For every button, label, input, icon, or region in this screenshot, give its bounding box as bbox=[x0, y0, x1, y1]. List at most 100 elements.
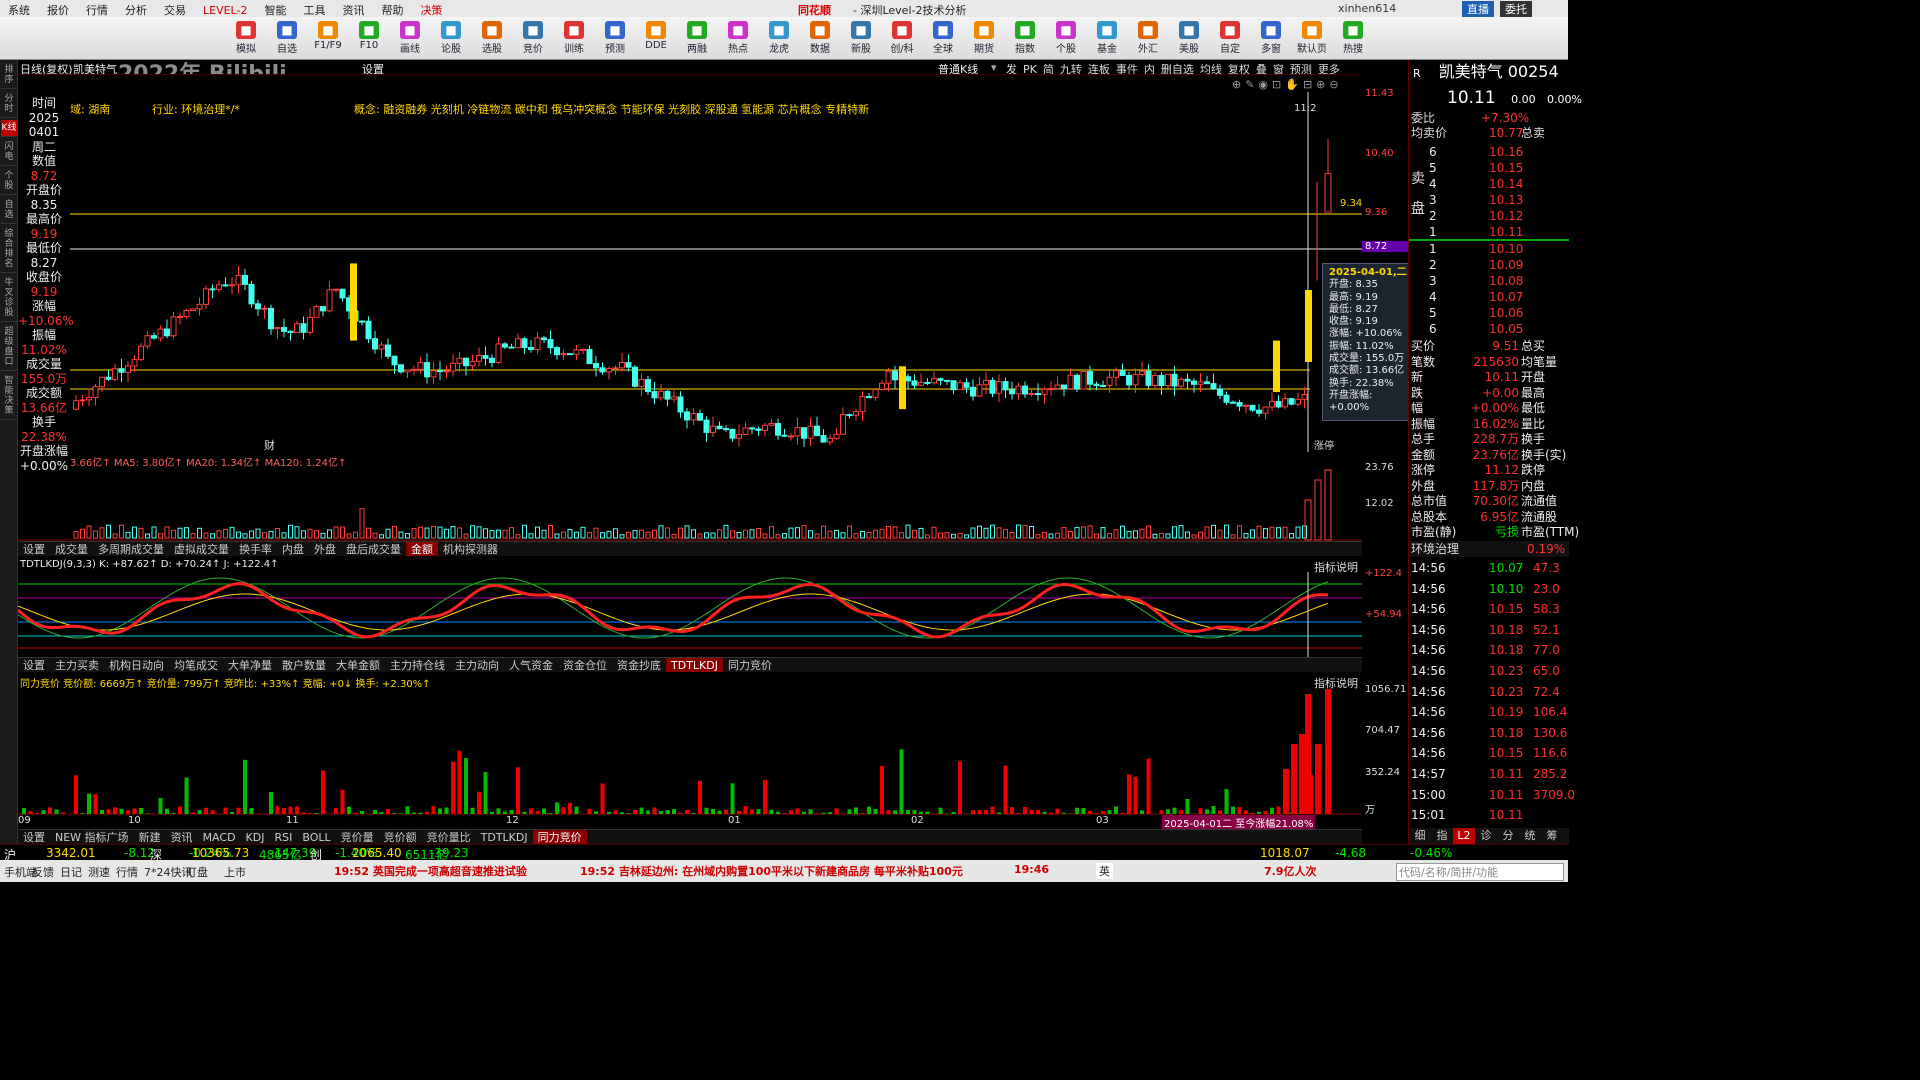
buy-level-2[interactable]: 2 10.09 bbox=[1409, 257, 1569, 273]
indicator-tab-1[interactable]: NEW 指标广场 bbox=[50, 830, 134, 844]
candle[interactable] bbox=[937, 377, 944, 386]
kdj-tab-5[interactable]: 散户数量 bbox=[277, 658, 331, 672]
candle[interactable] bbox=[443, 365, 450, 379]
candle[interactable] bbox=[1054, 376, 1061, 390]
candle[interactable] bbox=[1184, 373, 1191, 390]
candle[interactable] bbox=[307, 308, 313, 335]
news-item-2[interactable]: 19:46 bbox=[1014, 863, 1049, 876]
candle[interactable] bbox=[1074, 373, 1080, 393]
candle[interactable] bbox=[1295, 392, 1301, 407]
menu-level2[interactable]: LEVEL-2 bbox=[195, 2, 256, 17]
candle[interactable] bbox=[1301, 387, 1308, 409]
right-tab-2[interactable]: 简 bbox=[1043, 63, 1054, 74]
candle[interactable] bbox=[1178, 377, 1184, 390]
kdj-tab-12[interactable]: TDTLKDJ bbox=[666, 658, 723, 672]
news-item-0[interactable]: 19:52 英国完成一项高超音速推进试验 bbox=[334, 863, 527, 879]
candle[interactable] bbox=[541, 336, 547, 344]
candle[interactable] bbox=[755, 426, 762, 436]
candle[interactable] bbox=[359, 320, 365, 326]
right-tab-9[interactable]: 复权 bbox=[1228, 63, 1250, 74]
candle[interactable] bbox=[827, 434, 833, 446]
candle[interactable] bbox=[963, 378, 970, 393]
candle[interactable] bbox=[651, 382, 658, 405]
limit-up-candle[interactable] bbox=[1273, 340, 1280, 392]
left-nav-item-2[interactable]: K线 bbox=[1, 120, 17, 137]
candle[interactable] bbox=[781, 428, 788, 438]
candle[interactable] bbox=[586, 345, 593, 365]
indicator-tab-11[interactable]: TDTLKDJ bbox=[476, 830, 533, 844]
candle[interactable] bbox=[846, 413, 853, 419]
candle[interactable] bbox=[1145, 364, 1152, 389]
kdj-tab-8[interactable]: 主力动向 bbox=[450, 658, 504, 672]
right-tab-3[interactable]: 九转 bbox=[1060, 63, 1082, 74]
toolbar-button-6[interactable]: ■ 选股 bbox=[476, 19, 508, 59]
candle[interactable] bbox=[248, 281, 255, 308]
toolbar-button-15[interactable]: ■ 新股 bbox=[845, 19, 877, 59]
volume-tab-3[interactable]: 虚拟成交量 bbox=[169, 542, 234, 556]
candle[interactable] bbox=[86, 388, 92, 406]
indicator-tab-7[interactable]: BOLL bbox=[297, 830, 335, 844]
quote-tab-2[interactable]: L2 bbox=[1453, 828, 1475, 844]
candle[interactable] bbox=[534, 331, 541, 354]
chevron-down-icon[interactable]: ▾ bbox=[991, 61, 997, 74]
quote-tab-0[interactable]: 细 bbox=[1409, 828, 1431, 844]
volume-tab-5[interactable]: 内盘 bbox=[277, 542, 309, 556]
candle[interactable] bbox=[788, 432, 794, 441]
quote-tab-6[interactable]: 筹 bbox=[1541, 828, 1563, 844]
candle[interactable] bbox=[892, 365, 898, 389]
candle[interactable] bbox=[1256, 404, 1262, 417]
candle[interactable] bbox=[79, 395, 86, 406]
buy-level-3[interactable]: 3 10.08 bbox=[1409, 273, 1569, 289]
indicator-tab-4[interactable]: MACD bbox=[198, 830, 241, 844]
sell-level-4[interactable]: 4 10.14 bbox=[1409, 176, 1569, 192]
quote-tab-1[interactable]: 指 bbox=[1431, 828, 1453, 844]
toolbar-button-22[interactable]: ■ 外汇 bbox=[1132, 19, 1164, 59]
candle[interactable] bbox=[1249, 404, 1256, 412]
candle[interactable] bbox=[1165, 373, 1171, 389]
candle[interactable] bbox=[1139, 362, 1145, 377]
indicator-tab-10[interactable]: 竞价量比 bbox=[422, 830, 476, 844]
toolbar-button-17[interactable]: ■ 全球 bbox=[927, 19, 959, 59]
status-link-3[interactable]: 测速 bbox=[88, 864, 110, 880]
candle[interactable] bbox=[690, 408, 697, 426]
menu-market[interactable]: 行情 bbox=[78, 0, 117, 17]
left-nav-item-8[interactable]: 超级盘口 bbox=[1, 324, 17, 371]
toolbar-button-27[interactable]: ■ 热搜 bbox=[1337, 19, 1369, 59]
candle[interactable] bbox=[1275, 395, 1282, 409]
menu-decision[interactable]: 决策 bbox=[412, 0, 451, 17]
candle[interactable] bbox=[73, 394, 79, 411]
candle[interactable] bbox=[1087, 365, 1093, 391]
candle[interactable] bbox=[879, 379, 885, 391]
candle[interactable] bbox=[528, 339, 534, 353]
candle[interactable] bbox=[840, 407, 846, 435]
candle[interactable] bbox=[567, 353, 573, 356]
volume-tab-4[interactable]: 换手率 bbox=[234, 542, 277, 556]
candle[interactable] bbox=[547, 330, 554, 354]
candle[interactable] bbox=[658, 384, 664, 401]
candle[interactable] bbox=[235, 265, 242, 294]
candle[interactable] bbox=[411, 365, 417, 376]
candle[interactable] bbox=[320, 306, 326, 317]
menu-trade[interactable]: 交易 bbox=[156, 0, 195, 17]
candle[interactable] bbox=[1217, 384, 1223, 400]
menu-tools[interactable]: 工具 bbox=[295, 0, 334, 17]
sell-level-2[interactable]: 2 10.12 bbox=[1409, 208, 1569, 224]
candle[interactable] bbox=[632, 365, 638, 388]
volume-tab-2[interactable]: 多周期成交量 bbox=[93, 542, 169, 556]
candle[interactable] bbox=[398, 364, 404, 374]
candle[interactable] bbox=[729, 428, 736, 442]
candle[interactable] bbox=[1191, 378, 1197, 393]
left-nav-item-3[interactable]: 闪电 bbox=[1, 139, 17, 166]
period-label[interactable]: 日线(复权) bbox=[20, 61, 73, 74]
candle[interactable] bbox=[905, 374, 911, 389]
candle[interactable] bbox=[996, 374, 1002, 403]
indicator-tab-12[interactable]: 同力竞价 bbox=[532, 830, 587, 844]
candle[interactable] bbox=[170, 312, 177, 339]
kdj-tab-3[interactable]: 均笔成交 bbox=[169, 658, 223, 672]
toolbar-button-12[interactable]: ■ 热点 bbox=[722, 19, 754, 59]
kdj-tab-0[interactable]: 设置 bbox=[18, 658, 50, 672]
candle[interactable] bbox=[606, 366, 612, 380]
status-link-1[interactable]: 反馈 bbox=[32, 864, 54, 880]
candle[interactable] bbox=[1100, 380, 1106, 388]
volume-tab-6[interactable]: 外盘 bbox=[309, 542, 341, 556]
